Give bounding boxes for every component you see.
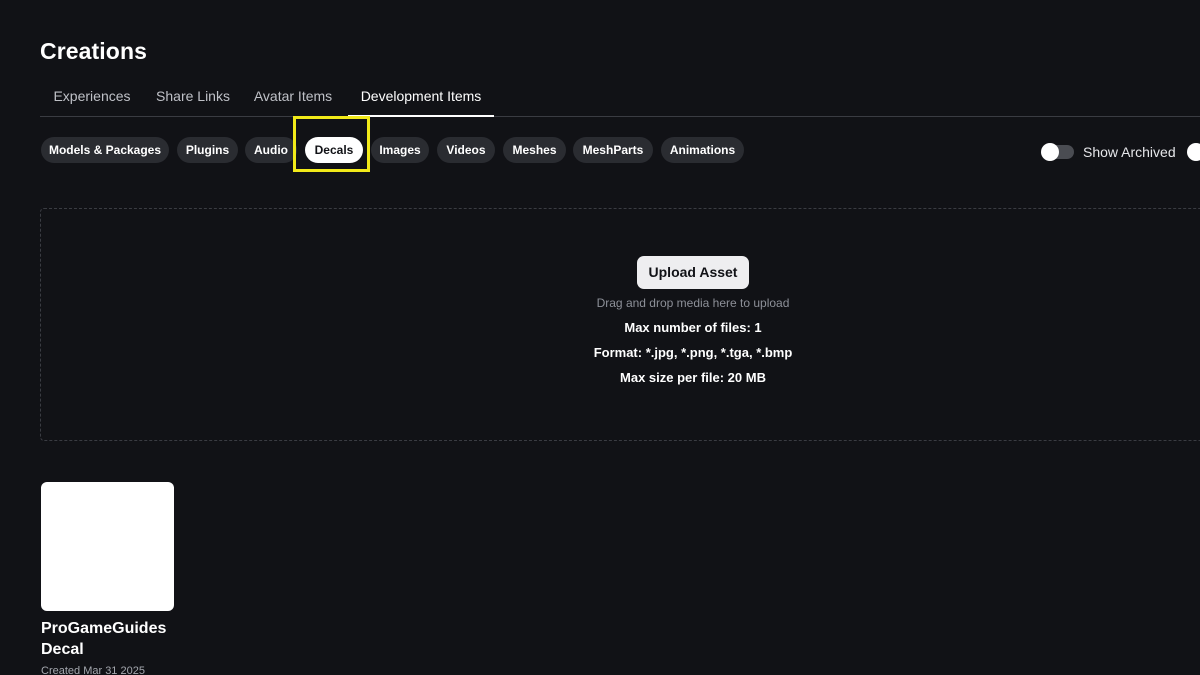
- max-size-text: Max size per file: 20 MB: [620, 370, 766, 385]
- show-archived-label: Show Archived: [1083, 144, 1176, 160]
- filter-images[interactable]: Images: [371, 137, 429, 163]
- asset-thumbnail[interactable]: [41, 482, 174, 611]
- tab-development-items[interactable]: Development Items: [348, 78, 494, 117]
- show-archived-toggle[interactable]: [1041, 143, 1074, 161]
- page-title: Creations: [40, 38, 147, 64]
- tab-experiences[interactable]: Experiences: [44, 78, 140, 116]
- max-files-text: Max number of files: 1: [624, 320, 762, 335]
- creations-page: Creations Experiences Share Links Avatar…: [0, 0, 1200, 675]
- creation-tabs: Experiences Share Links Avatar Items Dev…: [40, 78, 1200, 117]
- view-toggle-knob[interactable]: [1187, 143, 1200, 161]
- filter-meshparts[interactable]: MeshParts: [573, 137, 653, 163]
- filter-animations[interactable]: Animations: [661, 137, 744, 163]
- filter-videos[interactable]: Videos: [437, 137, 495, 163]
- filter-audio[interactable]: Audio: [245, 137, 297, 163]
- filter-models-packages[interactable]: Models & Packages: [41, 137, 169, 163]
- dropzone-hint: Drag and drop media here to upload: [596, 296, 790, 310]
- filter-decals[interactable]: Decals: [305, 137, 363, 163]
- tab-share-links[interactable]: Share Links: [148, 78, 238, 116]
- tab-avatar-items[interactable]: Avatar Items: [246, 78, 340, 116]
- asset-name[interactable]: ProGameGuides Decal: [41, 618, 191, 660]
- asset-created-date: Created Mar 31 2025: [41, 665, 145, 675]
- format-text: Format: *.jpg, *.png, *.tga, *.bmp: [593, 345, 793, 360]
- toggle-knob: [1041, 143, 1059, 161]
- upload-asset-button[interactable]: Upload Asset: [637, 256, 749, 289]
- filter-plugins[interactable]: Plugins: [177, 137, 238, 163]
- filter-meshes[interactable]: Meshes: [503, 137, 566, 163]
